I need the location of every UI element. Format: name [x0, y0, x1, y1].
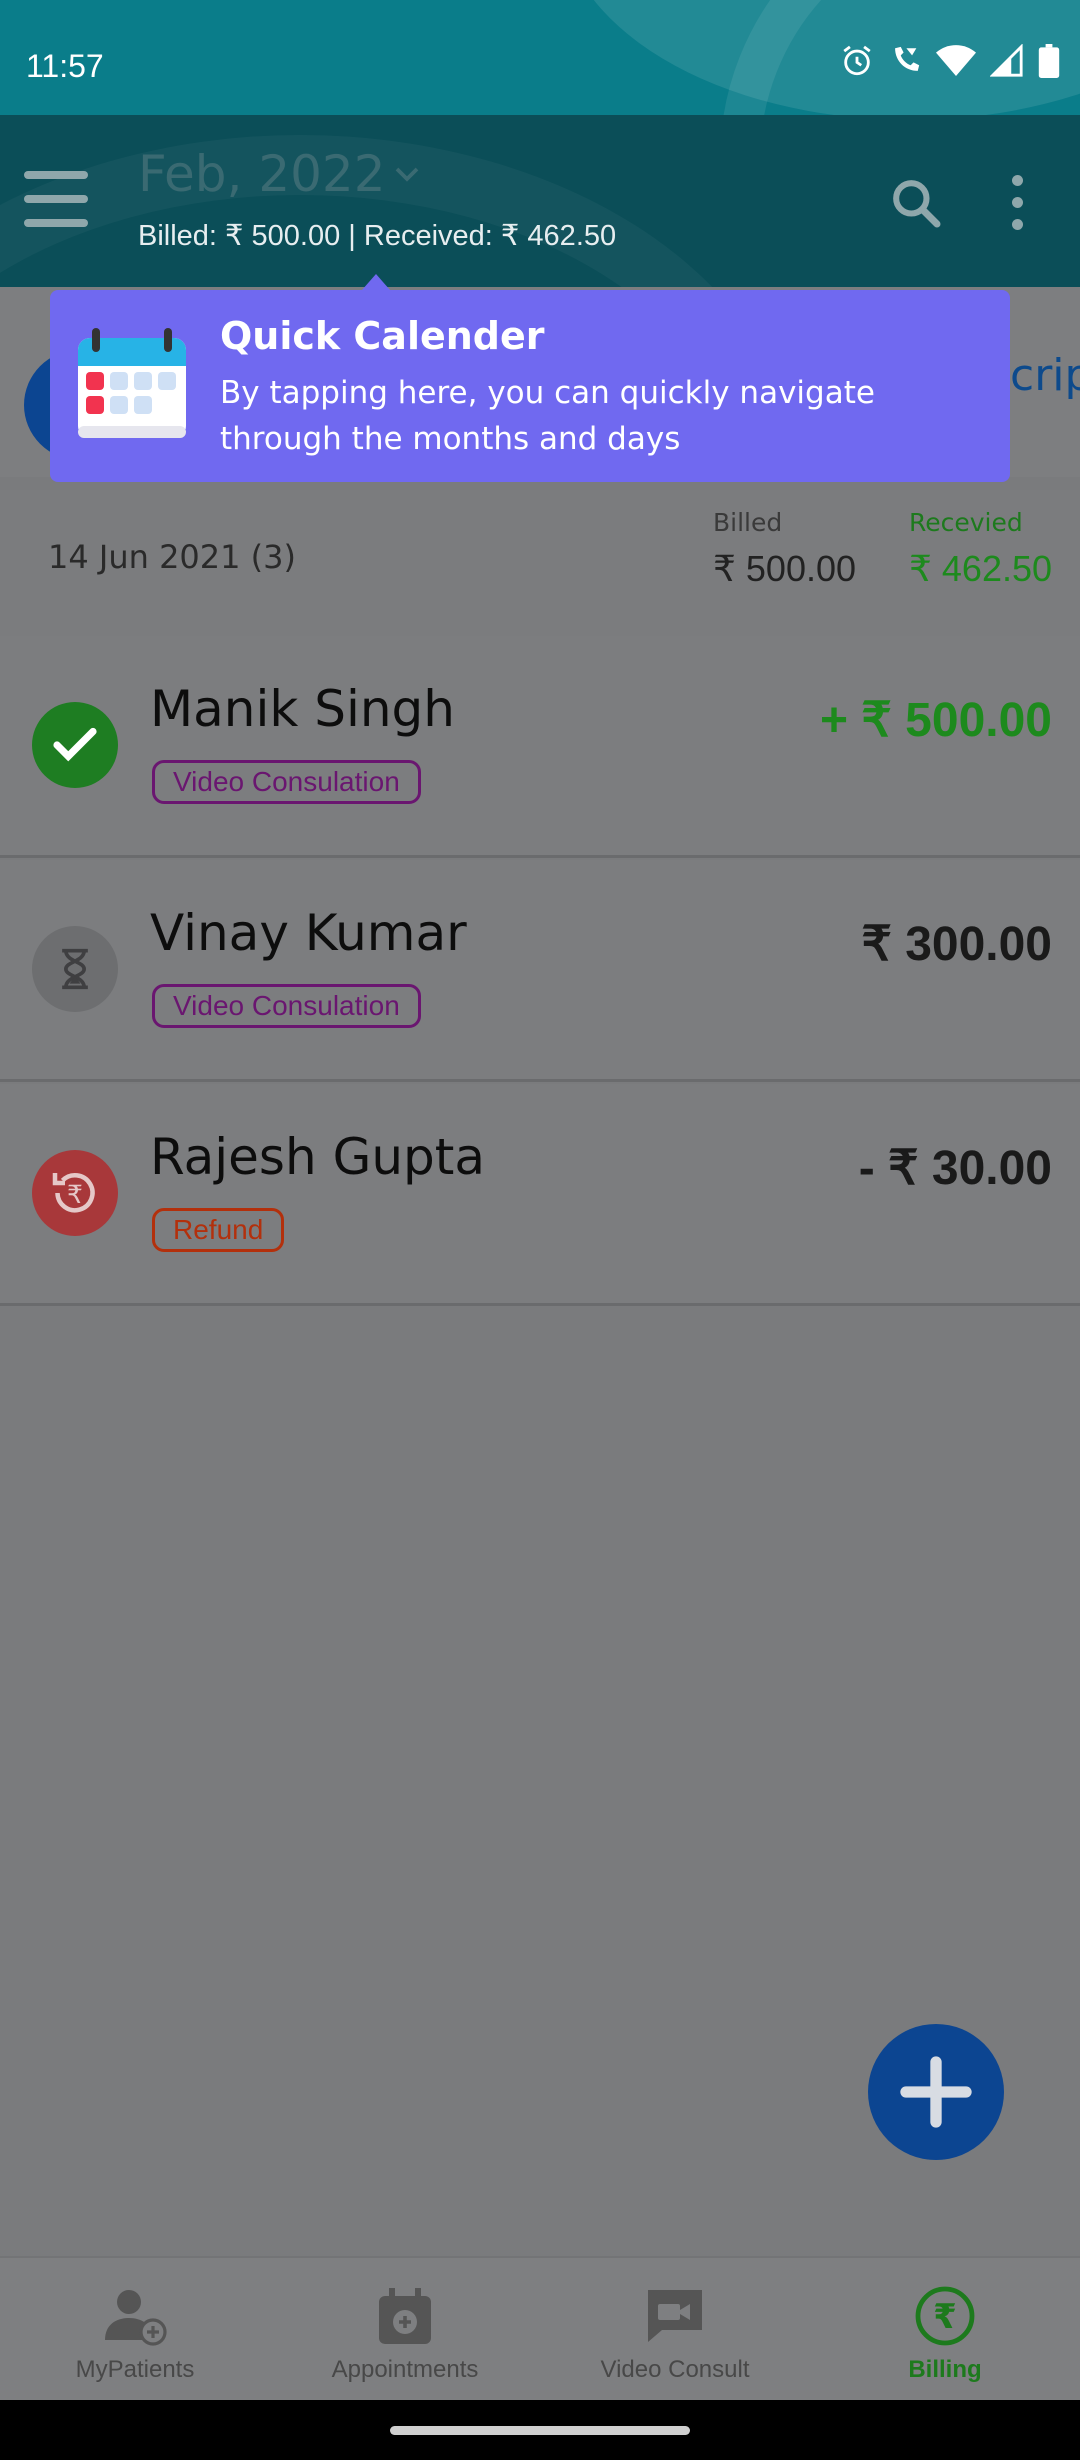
service-tag: Video Consulation	[152, 984, 421, 1028]
app-bar: Feb, 2022 Billed: ₹ 500.00 | Received: ₹…	[0, 115, 1080, 287]
gesture-bar	[0, 2400, 1080, 2460]
patient-name: Manik Singh	[150, 680, 455, 738]
refund-icon: ₹	[32, 1150, 118, 1236]
month-selector[interactable]: Feb, 2022	[138, 145, 422, 203]
transaction-amount: + ₹ 500.00	[819, 694, 1052, 747]
received-column-value: ₹ 462.50	[909, 548, 1053, 589]
wifi-icon	[936, 45, 976, 76]
transaction-amount: ₹ 300.00	[861, 918, 1052, 971]
status-icons	[840, 44, 1060, 78]
add-bill-button[interactable]	[868, 2024, 1004, 2160]
rupee-icon: ₹	[915, 2286, 975, 2346]
svg-text:₹: ₹	[67, 1180, 83, 1209]
nav-mypatients[interactable]: MyPatients	[0, 2258, 270, 2400]
day-group-date: 14 Jun 2021 (3)	[48, 538, 296, 576]
received-column-label: Recevied	[909, 508, 1023, 537]
transaction-amount: - ₹ 30.00	[858, 1142, 1052, 1195]
quick-calendar-tooltip[interactable]: Quick Calender By tapping here, you can …	[50, 290, 1010, 482]
nav-label: Appointments	[331, 2356, 479, 2383]
status-clock: 11:57	[26, 48, 104, 84]
menu-icon[interactable]	[24, 171, 88, 227]
nav-video-consult[interactable]: Video Consult	[540, 2258, 810, 2400]
service-tag: Refund	[152, 1208, 285, 1252]
more-options-icon[interactable]	[1004, 175, 1032, 231]
tooltip-body: By tapping here, you can quickly navigat…	[220, 375, 875, 457]
patients-icon	[105, 2290, 167, 2346]
service-tag: Video Consulation	[152, 760, 421, 804]
billing-summary: Billed: ₹ 500.00 | Received: ₹ 462.50	[138, 218, 616, 253]
transaction-row[interactable]: Manik Singh Video Consulation + ₹ 500.00	[0, 636, 1080, 858]
patient-name: Rajesh Gupta	[150, 1128, 485, 1186]
video-consult-icon	[648, 2290, 702, 2342]
nav-billing[interactable]: ₹ Billing	[810, 2258, 1080, 2400]
calendar-illustration-icon	[78, 328, 186, 438]
completed-icon	[32, 702, 118, 788]
calendar-icon	[379, 2288, 431, 2344]
search-icon[interactable]	[888, 175, 944, 231]
hourglass-icon	[32, 926, 118, 1012]
nav-label: MyPatients	[75, 2356, 195, 2383]
nav-label: Video Consult	[600, 2356, 750, 2383]
home-gesture-handle[interactable]	[390, 2426, 690, 2435]
alarm-icon	[843, 45, 871, 76]
status-bar: 11:57	[0, 0, 1080, 115]
transaction-row[interactable]: ₹ Rajesh Gupta Refund - ₹ 30.00	[0, 1084, 1080, 1306]
nav-appointments[interactable]: Appointments	[270, 2258, 540, 2400]
billed-column-value: ₹ 500.00	[713, 548, 857, 589]
billed-column-label: Billed	[713, 508, 783, 537]
signal-icon	[990, 44, 1023, 77]
chevron-down-icon	[395, 167, 418, 182]
tooltip-arrow	[362, 274, 390, 290]
wifi-call-icon	[895, 46, 920, 71]
patient-name: Vinay Kumar	[150, 904, 467, 962]
battery-icon	[1038, 44, 1060, 78]
month-label: Feb, 2022	[138, 145, 386, 203]
billed-summary: Billed: ₹ 500.00	[138, 220, 341, 252]
tooltip-title: Quick Calender	[220, 314, 545, 358]
bottom-navigation: MyPatients Appointments Video Consult ₹ …	[0, 2256, 1080, 2400]
nav-label: Billing	[908, 2356, 982, 2383]
filter-chip-text[interactable]: crip	[1010, 350, 1080, 401]
received-summary: Received: ₹ 462.50	[363, 220, 617, 252]
summary-divider: |	[340, 220, 364, 252]
svg-text:₹: ₹	[933, 2297, 957, 2337]
plus-icon	[900, 2056, 972, 2128]
transaction-row[interactable]: Vinay Kumar Video Consulation ₹ 300.00	[0, 860, 1080, 1082]
